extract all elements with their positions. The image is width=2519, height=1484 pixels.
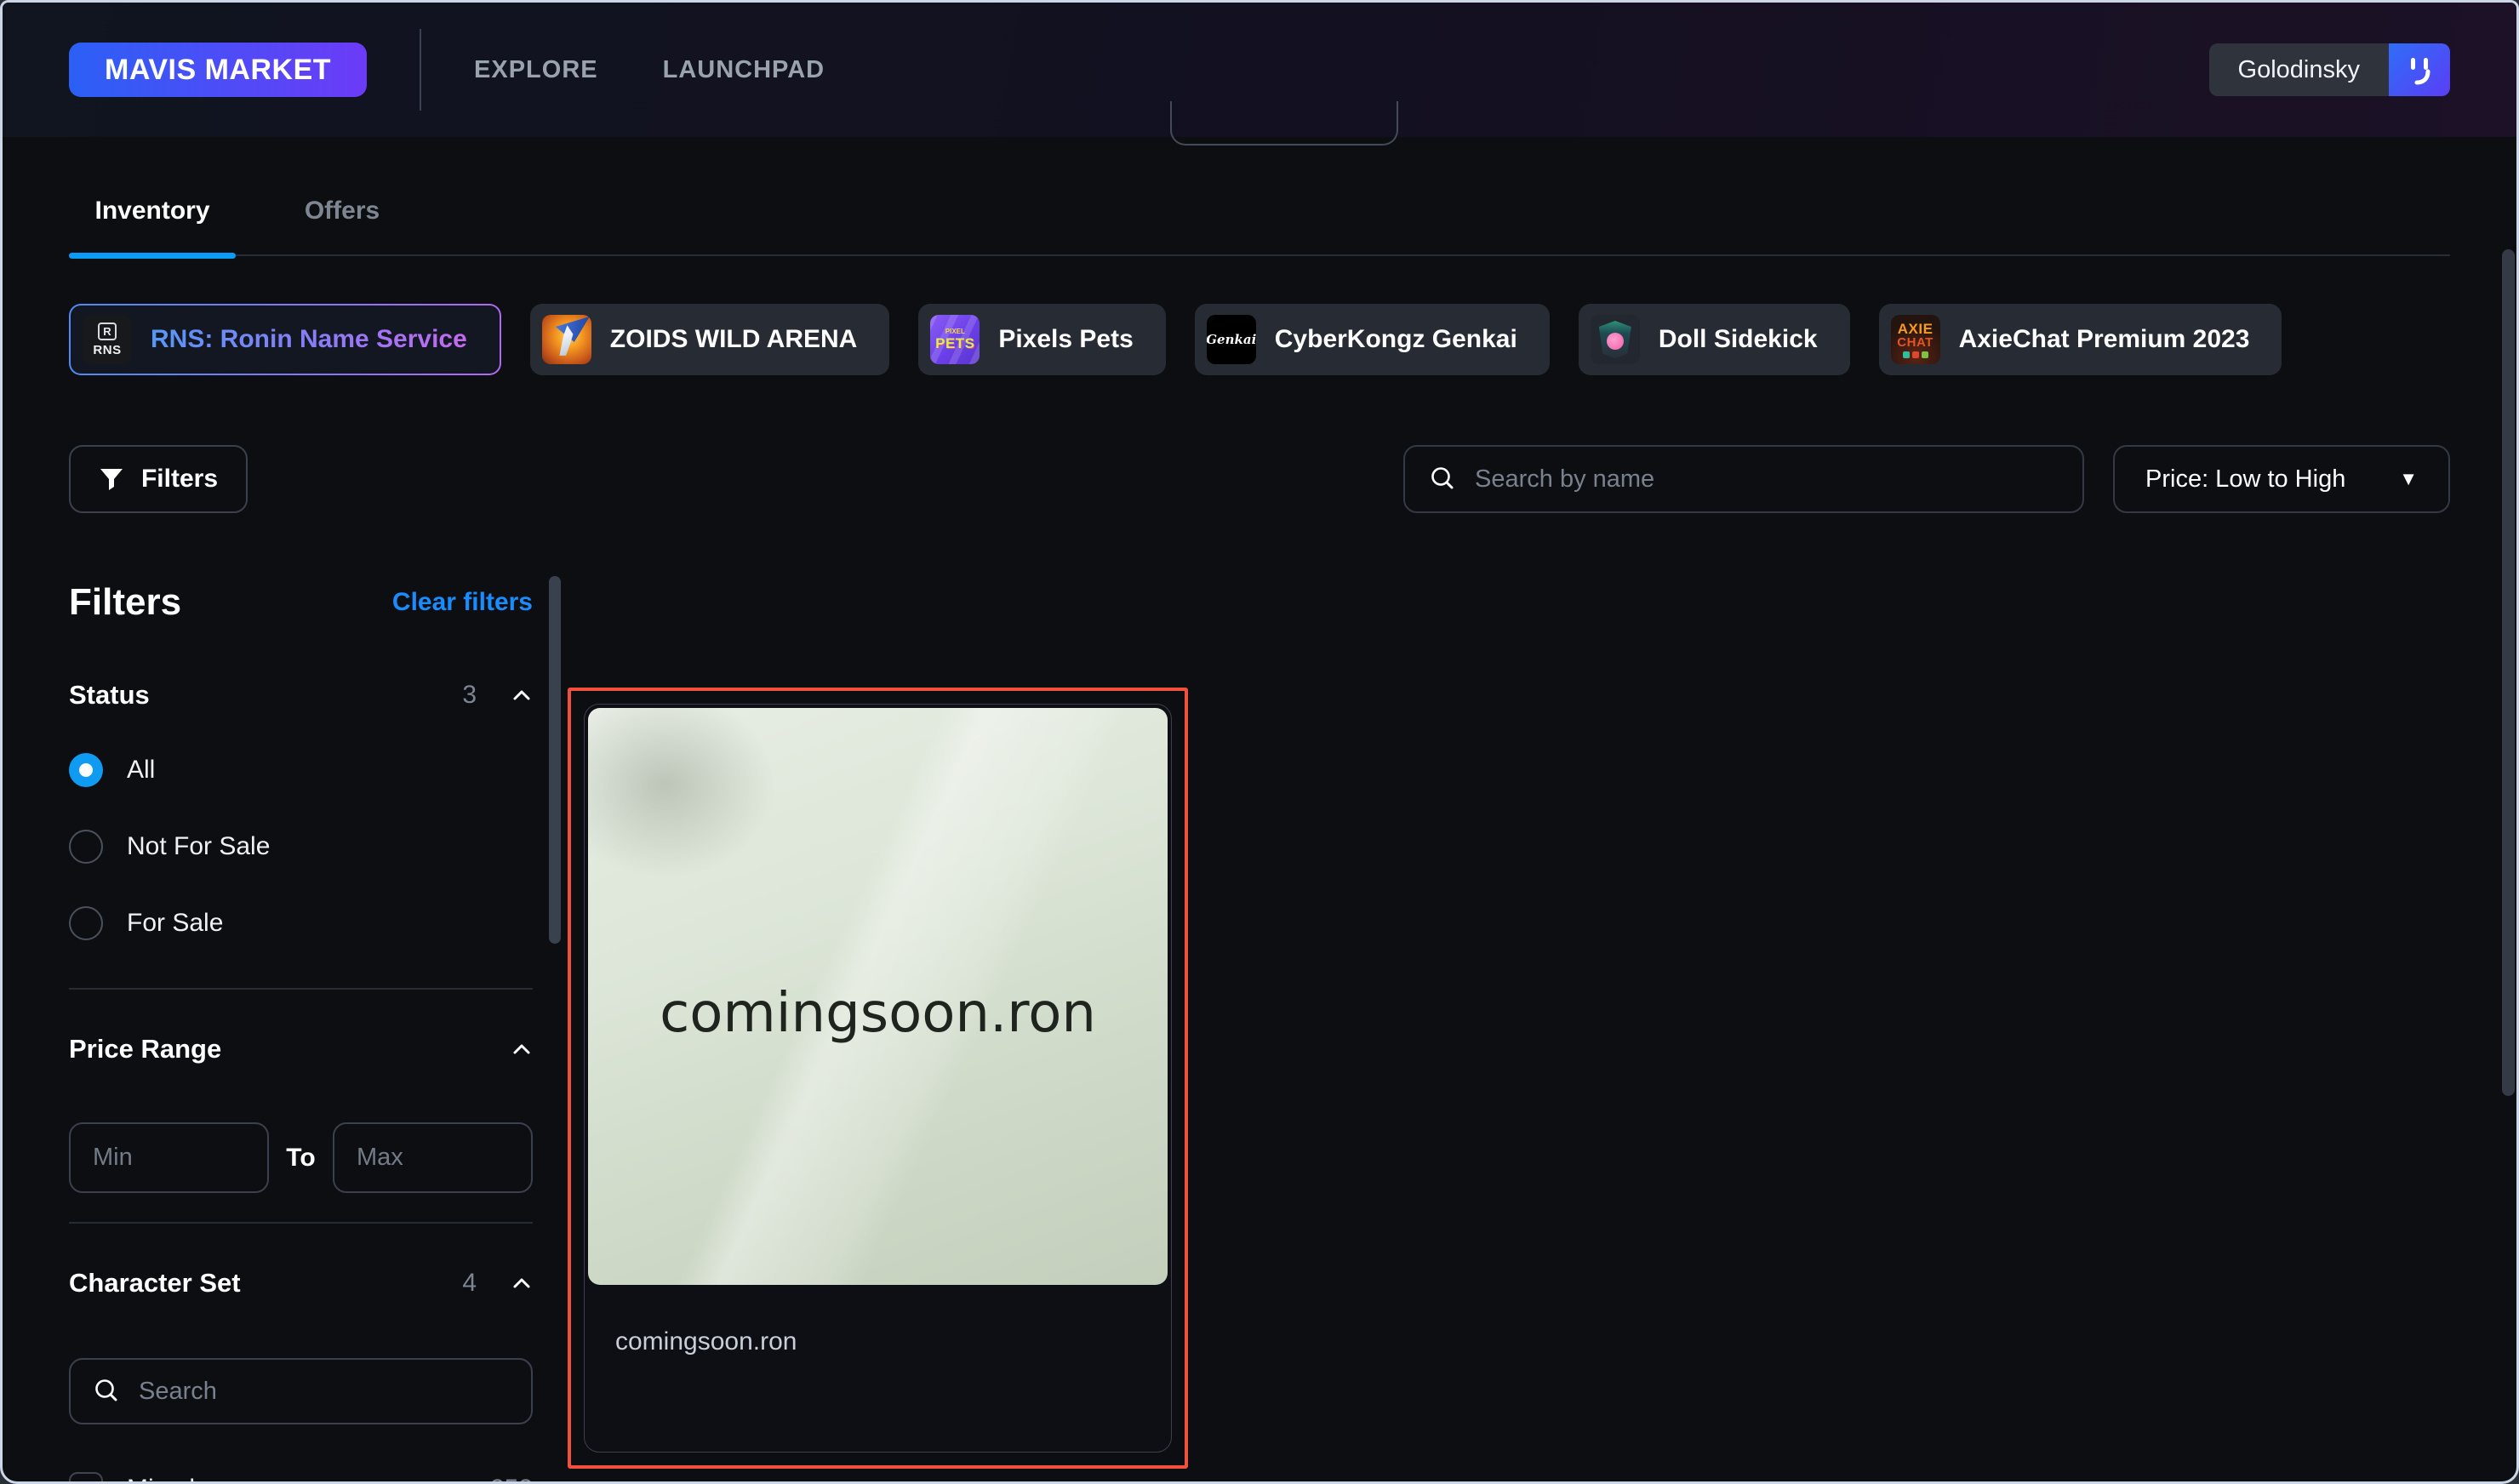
character-set-option-mixed[interactable]: Mixed 252 <box>69 1472 533 1481</box>
nft-image-text: comingsoon.ron <box>660 982 1096 1045</box>
status-section-header[interactable]: Status 3 <box>69 680 533 711</box>
radio-unselected[interactable] <box>69 830 103 864</box>
toolbar: Filters Price: Low to High ▼ <box>69 445 2450 513</box>
highlight-annotation: comingsoon.ron comingsoon.ron <box>568 688 1188 1469</box>
character-set-count: 4 <box>462 1269 477 1297</box>
chevron-up-icon <box>511 1038 533 1060</box>
app-window: MAVIS MARKET EXPLORE LAUNCHPAD Golodinsk… <box>0 0 2519 1484</box>
filters-title: Filters <box>69 581 182 623</box>
chevron-up-icon <box>511 1272 533 1294</box>
radio-selected[interactable] <box>69 753 103 787</box>
clear-filters-link[interactable]: Clear filters <box>392 588 533 617</box>
user-menu[interactable]: Golodinsky <box>2208 43 2450 96</box>
caret-down-icon: ▼ <box>2399 468 2418 489</box>
chip-label: ZOIDS WILD ARENA <box>609 325 858 353</box>
chip-label: Doll Sidekick <box>1658 325 1818 353</box>
status-option-for-sale[interactable]: For Sale <box>69 906 533 940</box>
price-min-input[interactable] <box>69 1122 269 1193</box>
chip-label: Pixels Pets <box>998 325 1134 353</box>
brand-button[interactable]: MAVIS MARKET <box>69 43 368 97</box>
status-count: 3 <box>462 681 477 709</box>
user-name: Golodinsky <box>2208 43 2389 96</box>
search-icon <box>1429 465 1458 494</box>
status-option-all[interactable]: All <box>69 753 533 787</box>
nft-image: comingsoon.ron <box>588 708 1168 1285</box>
nft-name: comingsoon.ron <box>615 1327 797 1356</box>
sort-dropdown[interactable]: Price: Low to High ▼ <box>2113 445 2450 513</box>
divider <box>69 1222 533 1224</box>
filters-button-label: Filters <box>140 465 219 493</box>
funnel-icon <box>99 466 124 492</box>
nav-launchpad[interactable]: LAUNCHPAD <box>663 56 825 84</box>
chip-label: RNS: Ronin Name Service <box>151 325 467 353</box>
search-input[interactable] <box>1475 465 2059 494</box>
collection-chips: R RNS RNS: Ronin Name Service ZOIDS WILD… <box>69 304 2450 375</box>
chevron-up-icon <box>511 684 533 706</box>
divider <box>69 988 533 990</box>
tabs-baseline <box>69 254 2450 256</box>
chip-axiechat-premium[interactable]: AXIE CHAT AxieChat Premium 2023 <box>1878 304 2282 375</box>
cutoff-pill <box>1170 101 1398 146</box>
genkai-collection-icon: Genkai <box>1206 315 1256 364</box>
sort-value: Price: Low to High <box>2145 465 2346 493</box>
price-range-section-header[interactable]: Price Range <box>69 1034 533 1064</box>
filters-button[interactable]: Filters <box>69 445 248 513</box>
chip-label: AxieChat Premium 2023 <box>1958 325 2250 353</box>
tab-offers[interactable]: Offers <box>236 197 448 256</box>
character-set-search-input[interactable] <box>139 1377 509 1406</box>
nav-explore[interactable]: EXPLORE <box>474 56 598 84</box>
search-by-name-box <box>1403 445 2084 513</box>
search-icon <box>93 1377 122 1406</box>
page-scrollbar[interactable] <box>2502 249 2515 1096</box>
divider <box>420 29 422 111</box>
option-count: 252 <box>490 1475 533 1481</box>
doll-sidekick-collection-icon <box>1590 315 1640 364</box>
main-area: Filters Clear filters Status 3 All Not F… <box>3 576 2516 1481</box>
character-set-section-header[interactable]: Character Set 4 <box>69 1268 533 1298</box>
zoids-collection-icon <box>541 315 591 364</box>
chip-zoids-wild-arena[interactable]: ZOIDS WILD ARENA <box>529 304 890 375</box>
pixels-pets-collection-icon: PIXEL PETS <box>930 315 980 364</box>
price-max-input[interactable] <box>333 1122 533 1193</box>
character-set-search-box <box>69 1358 533 1424</box>
chip-pixels-pets[interactable]: PIXEL PETS Pixels Pets <box>918 304 1166 375</box>
chip-label: CyberKongz Genkai <box>1274 325 1517 353</box>
active-tab-indicator <box>69 253 236 259</box>
results-grid: comingsoon.ron comingsoon.ron <box>533 581 2516 1481</box>
filters-sidebar: Filters Clear filters Status 3 All Not F… <box>69 576 561 1481</box>
inventory-offers-tabs: Inventory Offers <box>69 197 2450 259</box>
chip-doll-sidekick[interactable]: Doll Sidekick <box>1578 304 1850 375</box>
radio-unselected[interactable] <box>69 906 103 940</box>
axiechat-collection-icon: AXIE CHAT <box>1890 315 1940 364</box>
ronin-wallet-icon <box>2389 43 2450 96</box>
range-to-label: To <box>286 1143 316 1172</box>
tab-inventory[interactable]: Inventory <box>69 197 236 256</box>
chip-cyberkongz-genkai[interactable]: Genkai CyberKongz Genkai <box>1194 304 1550 375</box>
rns-collection-icon: R RNS <box>83 315 132 364</box>
checkbox-unchecked[interactable] <box>69 1472 103 1481</box>
chip-rns-ronin-name-service[interactable]: R RNS RNS: Ronin Name Service <box>69 304 501 375</box>
nft-card-comingsoon[interactable]: comingsoon.ron comingsoon.ron <box>584 704 1172 1453</box>
status-option-not-for-sale[interactable]: Not For Sale <box>69 830 533 864</box>
